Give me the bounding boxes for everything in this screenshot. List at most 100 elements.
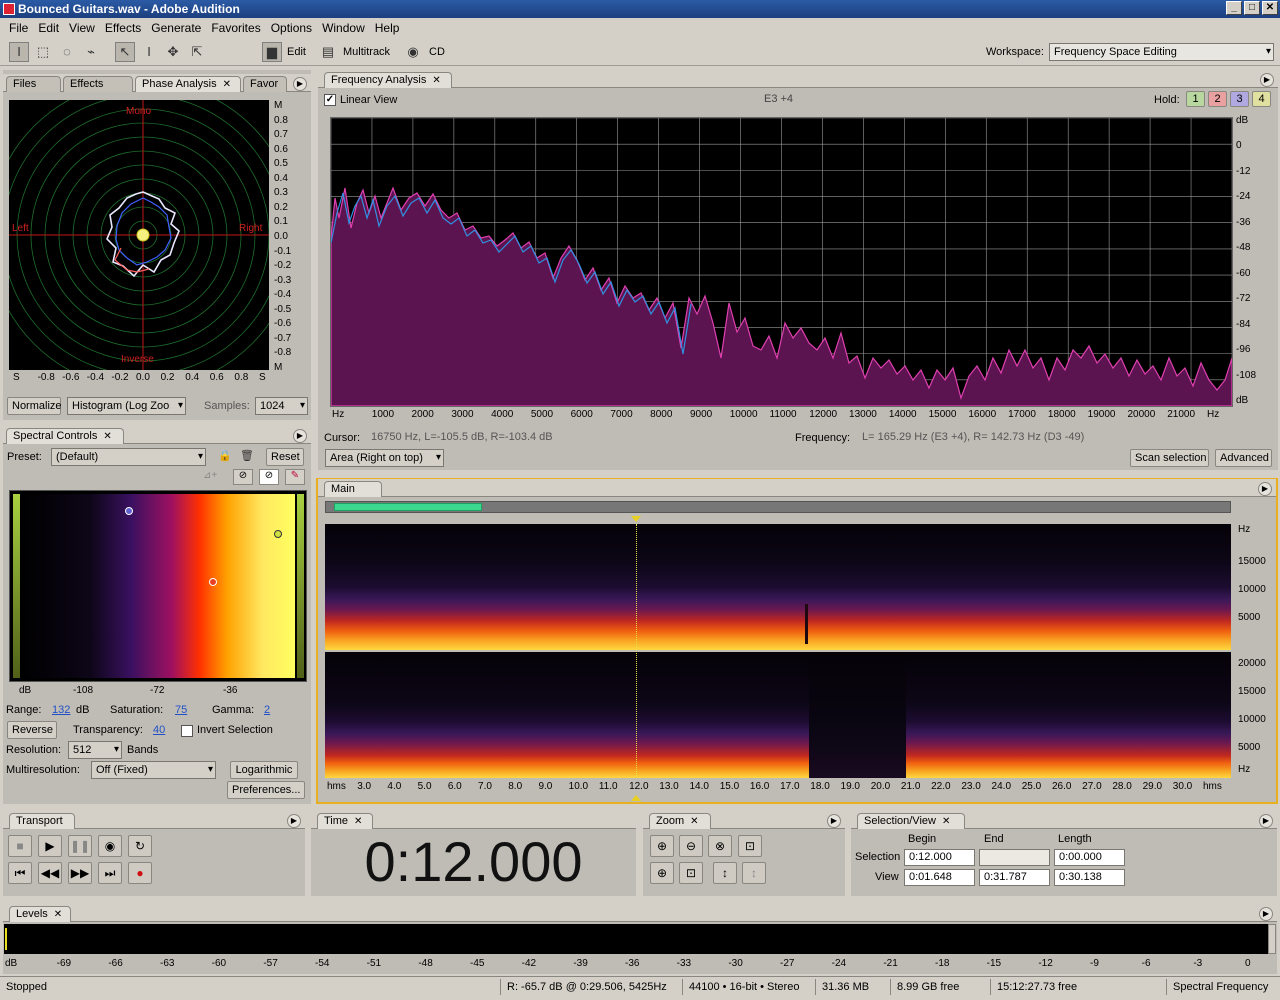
record-icon[interactable]: ● [128,862,152,884]
view-length-field[interactable]: 0:30.138 [1054,869,1125,886]
normalize-button[interactable]: Normalize [7,397,62,415]
tab-selection-view[interactable]: Selection/View ✕ [857,813,965,829]
cd-view-label[interactable]: CD [429,46,445,58]
close-tab-icon[interactable]: ✕ [54,909,62,920]
resolution-select[interactable]: 512 [68,741,122,759]
menu-edit[interactable]: Edit [33,21,64,35]
zoom-out-horizontal-icon[interactable]: ⊖ [679,835,703,857]
menu-options[interactable]: Options [266,21,317,35]
panel-menu-icon[interactable]: ▶ [1259,814,1273,828]
samples-select[interactable]: 1024 [255,397,308,415]
spectrogram-left[interactable] [325,524,1231,650]
color-point-1[interactable] [125,507,133,515]
tab-files[interactable]: Files [6,76,61,92]
close-tab-icon[interactable]: ✕ [354,816,362,827]
marquee-tool-icon[interactable]: ⬚ [33,42,53,62]
timeline-ruler[interactable]: hms 3.0 4.0 5.0 6.0 7.0 8.0 9.0 10.0 11.0 12.0 13.0… [325,780,1231,794]
menu-file[interactable]: File [4,21,33,35]
panel-menu-icon[interactable]: ▶ [1258,482,1272,496]
loop-icon[interactable]: ↻ [128,835,152,857]
playhead-top-marker[interactable] [631,516,641,522]
move-tool-icon[interactable]: ↖ [115,42,135,62]
spectrogram-right[interactable] [325,652,1231,778]
color-point-2[interactable] [209,578,217,586]
panel-menu-icon[interactable]: ▶ [1260,73,1274,87]
eyedropper-icon[interactable]: ⊘ [233,469,253,485]
effects-paintbrush-icon[interactable]: ⌁ [81,42,101,62]
panel-menu-icon[interactable]: ▶ [293,429,307,443]
view-end-field[interactable]: 0:31.787 [979,869,1050,886]
tab-frequency-analysis[interactable]: Frequency Analysis ✕ [324,72,452,88]
frequency-graph[interactable] [330,117,1233,407]
menu-window[interactable]: Window [317,21,370,35]
gradient-right-handle[interactable] [297,494,304,678]
hold-2-button[interactable]: 2 [1208,91,1227,107]
close-tab-icon[interactable]: ✕ [103,431,111,442]
close-tab-icon[interactable]: ✕ [432,75,440,86]
playhead-bottom-marker[interactable] [631,795,641,801]
overview-bar[interactable] [325,501,1231,513]
hybrid-tool-icon[interactable]: ⇱ [187,42,207,62]
playhead-line[interactable] [636,524,637,778]
multitrack-view-label[interactable]: Multitrack [343,46,390,58]
hold-1-button[interactable]: 1 [1186,91,1205,107]
gradient-left-handle[interactable] [13,494,20,678]
tab-main[interactable]: Main [324,481,382,497]
color-gradient[interactable] [9,490,307,682]
tab-favorites[interactable]: Favor [243,76,287,92]
cd-view-icon[interactable]: ◉ [403,42,423,62]
edit-view-icon[interactable]: ▆ [262,42,282,62]
play-icon[interactable]: ▶ [38,835,62,857]
levels-scrollbar[interactable] [1268,924,1276,954]
rewind-icon[interactable]: ◀◀ [38,862,62,884]
overview-range-handle[interactable] [334,503,482,511]
lasso-tool-icon[interactable]: ◌ [57,42,77,62]
tab-time[interactable]: Time ✕ [317,813,373,829]
hold-3-button[interactable]: 3 [1230,91,1249,107]
zoom-in-horizontal-icon[interactable]: ⊕ [650,835,674,857]
pause-icon[interactable]: ❚❚ [68,835,92,857]
workspace-select[interactable]: Frequency Space Editing [1049,43,1274,61]
menu-effects[interactable]: Effects [100,21,146,35]
panel-menu-icon[interactable]: ▶ [1259,907,1273,921]
reset-button[interactable]: Reset [266,448,304,466]
tab-levels[interactable]: Levels ✕ [9,906,71,922]
tab-spectral-controls[interactable]: Spectral Controls ✕ [6,428,124,444]
multitrack-view-icon[interactable]: ▤ [318,42,338,62]
zoom-out-vertical-icon[interactable]: ↕ [742,862,766,884]
zoom-out-full-icon[interactable]: ⊗ [708,835,732,857]
preset-select[interactable]: (Default) [51,448,206,466]
time-selection-tool-icon[interactable]: I [9,42,29,62]
zoom-in-vertical-icon[interactable]: ↕ [713,862,737,884]
tab-zoom[interactable]: Zoom ✕ [649,813,711,829]
hold-4-button[interactable]: 4 [1252,91,1271,107]
preferences-button[interactable]: Preferences... [227,781,305,799]
minimize-button[interactable]: _ [1226,1,1242,15]
invert-selection-checkbox[interactable] [181,725,193,737]
logarithmic-button[interactable]: Logarithmic [230,761,298,779]
selection-length-field[interactable]: 0:00.000 [1054,849,1125,866]
transparency-value[interactable]: 40 [153,724,165,736]
zoom-to-right-edge-icon[interactable]: ⊡ [679,862,703,884]
color-point-3[interactable] [274,530,282,538]
menu-generate[interactable]: Generate [146,21,206,35]
menu-favorites[interactable]: Favorites [206,21,265,35]
pen-icon[interactable]: ✎ [285,469,305,485]
maximize-button[interactable]: □ [1244,1,1260,15]
tab-effects[interactable]: Effects [63,76,133,92]
scan-selection-button[interactable]: Scan selection [1130,449,1209,467]
close-tab-icon[interactable]: ✕ [223,79,231,90]
menu-view[interactable]: View [64,21,100,35]
area-mode-select[interactable]: Area (Right on top) [325,449,444,467]
panel-menu-icon[interactable]: ▶ [287,814,301,828]
scrub-tool-icon[interactable]: ✥ [163,42,183,62]
reverse-button[interactable]: Reverse [7,721,57,739]
panel-menu-icon[interactable]: ▶ [293,77,307,91]
close-button[interactable]: ✕ [1262,1,1278,15]
edit-view-label[interactable]: Edit [287,46,306,58]
panel-menu-icon[interactable]: ▶ [827,814,841,828]
stop-icon[interactable]: ■ [8,835,32,857]
saturation-value[interactable]: 75 [175,704,187,716]
save-preset-icon[interactable]: 🔒 [216,448,234,464]
selection-end-field[interactable] [979,849,1050,866]
